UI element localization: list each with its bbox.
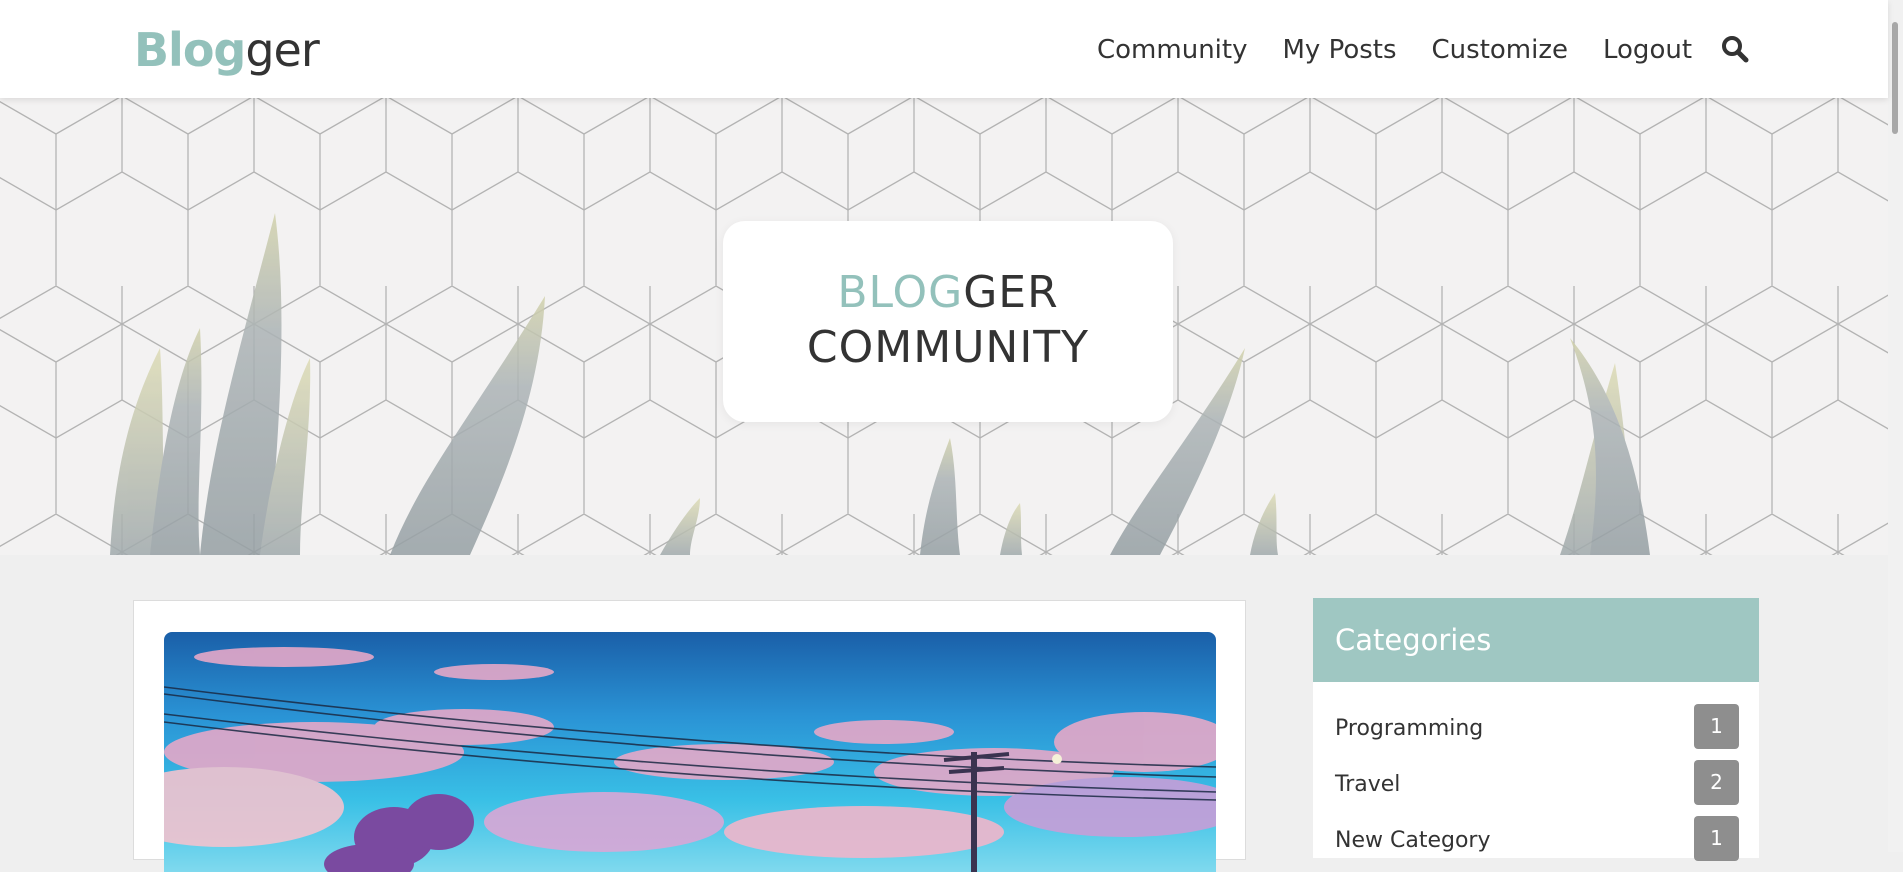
category-item-new-category[interactable]: New Category 1 bbox=[1313, 816, 1759, 872]
nav-link-customize[interactable]: Customize bbox=[1432, 35, 1568, 65]
nav-link-my-posts[interactable]: My Posts bbox=[1282, 35, 1396, 65]
search-icon bbox=[1722, 36, 1749, 63]
category-count-badge: 2 bbox=[1694, 760, 1739, 805]
category-name[interactable]: New Category bbox=[1335, 828, 1490, 853]
hero-title-accent: BLOG bbox=[837, 267, 964, 318]
hero-title-line2: COMMUNITY bbox=[806, 322, 1090, 373]
search-button[interactable] bbox=[1720, 34, 1750, 64]
category-name[interactable]: Travel bbox=[1335, 772, 1400, 797]
category-count-badge: 1 bbox=[1694, 704, 1739, 749]
hero-banner: BLOGGER COMMUNITY bbox=[0, 98, 1888, 555]
post-thumbnail-image bbox=[164, 632, 1216, 872]
scrollbar-thumb[interactable] bbox=[1892, 22, 1898, 134]
categories-title: Categories bbox=[1313, 598, 1759, 682]
category-item-travel[interactable]: Travel 2 bbox=[1313, 760, 1759, 816]
post-card[interactable] bbox=[133, 600, 1246, 872]
logo-accent-text: Blog bbox=[134, 23, 246, 77]
category-item-programming[interactable]: Programming 1 bbox=[1313, 704, 1759, 760]
categories-widget: Categories Programming 1 Travel 2 New Ca… bbox=[1313, 598, 1759, 861]
page-scrollbar[interactable] bbox=[1888, 0, 1903, 852]
nav-link-community[interactable]: Community bbox=[1097, 35, 1247, 65]
top-navbar: Blogger Community My Posts Customize Log… bbox=[0, 0, 1888, 98]
hero-title-rest: GER bbox=[963, 267, 1059, 318]
nav-link-logout[interactable]: Logout bbox=[1603, 35, 1692, 65]
logo-rest-text: ger bbox=[245, 23, 319, 77]
hero-title-card: BLOGGER COMMUNITY bbox=[723, 221, 1173, 422]
site-logo[interactable]: Blogger bbox=[134, 22, 320, 78]
post-thumbnail[interactable] bbox=[164, 632, 1216, 872]
category-name[interactable]: Programming bbox=[1335, 716, 1483, 741]
category-count-badge: 1 bbox=[1694, 816, 1739, 861]
hero-title: BLOGGER COMMUNITY bbox=[723, 265, 1173, 375]
nav-links: Community My Posts Customize Logout bbox=[1097, 30, 1727, 70]
